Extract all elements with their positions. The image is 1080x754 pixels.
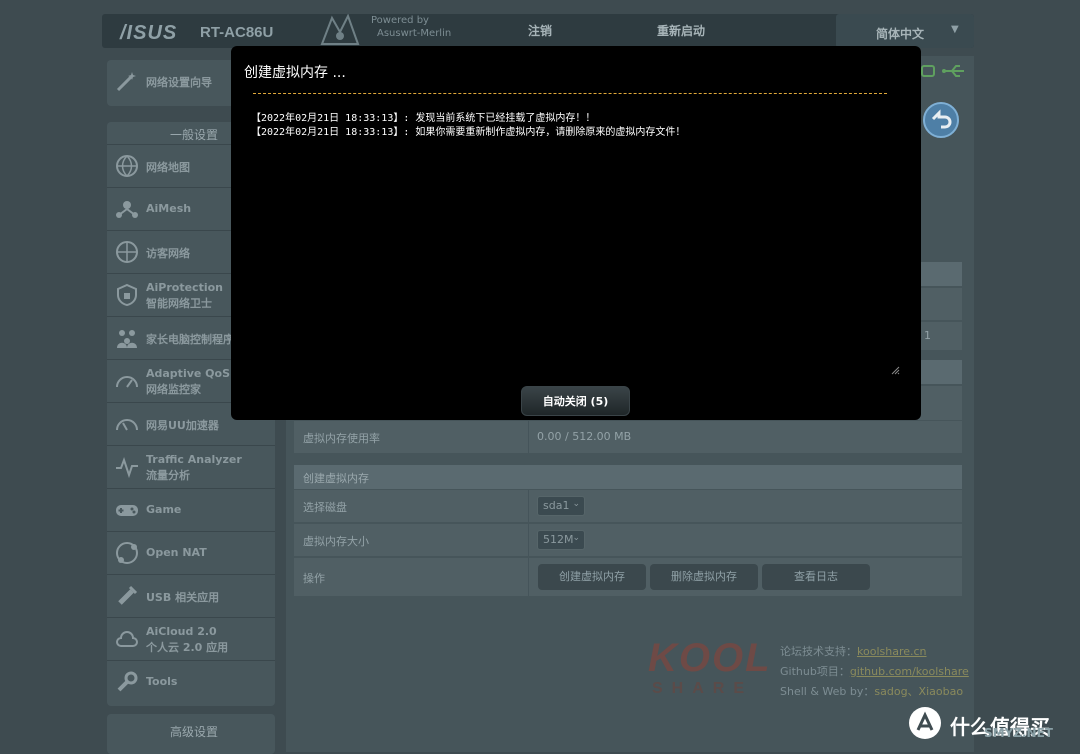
- reboot-button[interactable]: 重新启动: [657, 22, 705, 39]
- sidebar-item-label: 网络地图: [146, 161, 190, 174]
- cloud-icon: [116, 631, 138, 647]
- sidebar-item[interactable]: Tools: [107, 660, 275, 703]
- developer-label: Shell & Web by：: [780, 685, 875, 698]
- language-value: 简体中文: [876, 27, 925, 41]
- chevron-down-icon: ▼: [951, 24, 959, 35]
- watermark-site: SMYZ.NET: [984, 726, 1053, 740]
- swap-size-row: 虚拟内存大小 512M ⌄: [294, 524, 962, 556]
- smzdm-logo-icon: [909, 707, 941, 739]
- swap-size-label: 虚拟内存大小: [303, 535, 369, 548]
- sidebar-item[interactable]: Game: [107, 488, 275, 531]
- developer-line: Shell & Web by：sadog、Xiaobao: [780, 683, 963, 699]
- powered-by-label: Powered by: [371, 15, 429, 26]
- delete-swap-button[interactable]: 删除虚拟内存: [650, 564, 758, 590]
- swap-size-select[interactable]: 512M ⌄: [537, 530, 585, 550]
- auto-close-button[interactable]: 自动关闭 (5): [521, 386, 630, 416]
- nat-globe-icon: [116, 542, 138, 564]
- chevron-down-icon: ⌄: [572, 533, 580, 543]
- shield-icon: [117, 283, 137, 307]
- back-arrow-icon[interactable]: [922, 101, 960, 139]
- sidebar-item-label: Traffic Analyzer: [146, 453, 242, 466]
- sidebar-item[interactable]: Traffic Analyzer 流量分析: [107, 445, 275, 488]
- firmware-name: Asuswrt-Merlin: [377, 28, 452, 39]
- koolshare-logo-sub: SHARE: [652, 680, 754, 697]
- create-swap-button[interactable]: 创建虚拟内存: [538, 564, 646, 590]
- create-swap-modal: 创建虚拟内存 ... 【2022年02月21日 18:33:13】: 发现当前系…: [231, 46, 921, 420]
- asus-logo: /ISUS: [120, 22, 178, 44]
- mesh-icon: [116, 201, 138, 218]
- logout-button[interactable]: 注销: [528, 22, 552, 39]
- router-model: RT-AC86U: [200, 24, 274, 41]
- swap-usage-value: 0.00 / 512.00 MB: [537, 430, 632, 443]
- sidebar-item-label: 家长电脑控制程序: [146, 333, 234, 346]
- gauge-icon: [116, 376, 138, 388]
- swap-size-value: 512M: [543, 533, 574, 546]
- wrench-icon: [117, 671, 138, 692]
- partial-value: 1: [924, 329, 931, 342]
- quick-setup-label: 网络设置向导: [146, 76, 212, 89]
- wand-icon: [116, 72, 136, 92]
- sidebar-item[interactable]: AiCloud 2.0 个人云 2.0 应用: [107, 617, 275, 660]
- sidebar-item-sublabel: 流量分析: [146, 469, 190, 482]
- github-link[interactable]: github.com/koolshare: [850, 665, 969, 678]
- view-log-button[interactable]: 查看日志: [762, 564, 870, 590]
- developer-names: sadog、Xiaobao: [874, 685, 964, 698]
- swap-usage-label: 虚拟内存使用率: [303, 432, 380, 445]
- merlin-wizard-icon: [320, 14, 360, 45]
- usb-status-icon: [921, 65, 964, 77]
- github-label: Github项目：: [780, 665, 850, 678]
- sidebar-item-label: Adaptive QoS: [146, 367, 231, 380]
- chevron-down-icon: ⌄: [572, 499, 580, 509]
- log-output-textarea[interactable]: 【2022年02月21日 18:33:13】: 发现当前系统下已经挂载了虚拟内存…: [251, 112, 901, 376]
- sidebar-item-label: AiCloud 2.0: [146, 625, 217, 638]
- log-line: 【2022年02月21日 18:33:13】: 发现当前系统下已经挂载了虚拟内存…: [251, 113, 596, 124]
- guest-network-icon: [116, 241, 138, 263]
- globe-icon: [116, 155, 138, 178]
- sidebar-item-label: USB 相关应用: [146, 591, 220, 604]
- sidebar-item[interactable]: USB 相关应用: [107, 574, 275, 617]
- sidebar-item-label: AiProtection: [146, 281, 223, 294]
- family-icon: [117, 330, 137, 348]
- github-line: Github项目：github.com/koolshare: [780, 663, 969, 679]
- general-section-title: 一般设置: [170, 128, 219, 142]
- sidebar-item-label: Game: [146, 503, 182, 516]
- log-line: 【2022年02月21日 18:33:13】: 如果你需要重新制作虚拟内存，请删…: [251, 127, 686, 138]
- sidebar-item-sublabel: 智能网络卫士: [146, 297, 212, 310]
- action-row: 操作 创建虚拟内存 删除虚拟内存 查看日志: [294, 558, 962, 596]
- gamepad-icon: [116, 505, 138, 516]
- forum-label: 论坛技术支持：: [780, 645, 857, 658]
- sidebar-item-label: Open NAT: [146, 546, 207, 559]
- swap-usage-row: 虚拟内存使用率 0.00 / 512.00 MB: [294, 421, 962, 453]
- sidebar-item-label: AiMesh: [146, 202, 192, 215]
- action-label: 操作: [303, 572, 325, 585]
- speedometer-icon: [116, 419, 138, 431]
- pulse-icon: [116, 457, 138, 479]
- router-admin-page: /ISUS RT-AC86U Powered by Asuswrt-Merlin…: [0, 0, 1080, 754]
- forum-support-line: 论坛技术支持：koolshare.cn: [780, 643, 927, 659]
- sidebar-item-sublabel: 网络监控家: [146, 383, 201, 396]
- create-swap-section-title: 创建虚拟内存: [303, 472, 369, 485]
- sidebar-item-label: 访客网络: [146, 247, 190, 260]
- disk-select-row: 选择磁盘 sda1 ⌄: [294, 490, 962, 522]
- sidebar-item[interactable]: Open NAT: [107, 531, 275, 574]
- koolshare-logo: KOOL: [648, 636, 772, 680]
- sidebar-item-label: 网易UU加速器: [146, 419, 219, 432]
- modal-divider: [253, 93, 887, 94]
- advanced-section-title: 高级设置: [170, 725, 219, 739]
- disk-select-value: sda1: [543, 499, 570, 512]
- disk-select[interactable]: sda1 ⌄: [537, 496, 585, 516]
- resize-grip-icon[interactable]: [890, 365, 900, 375]
- sidebar-item-sublabel: 个人云 2.0 应用: [146, 641, 229, 654]
- usb-icon: [118, 585, 138, 605]
- forum-link[interactable]: koolshare.cn: [857, 645, 927, 658]
- disk-label: 选择磁盘: [303, 501, 347, 514]
- modal-title: 创建虚拟内存 ...: [244, 65, 346, 81]
- create-swap-section-header: 创建虚拟内存: [294, 465, 962, 489]
- sidebar-item-label: Tools: [146, 675, 178, 688]
